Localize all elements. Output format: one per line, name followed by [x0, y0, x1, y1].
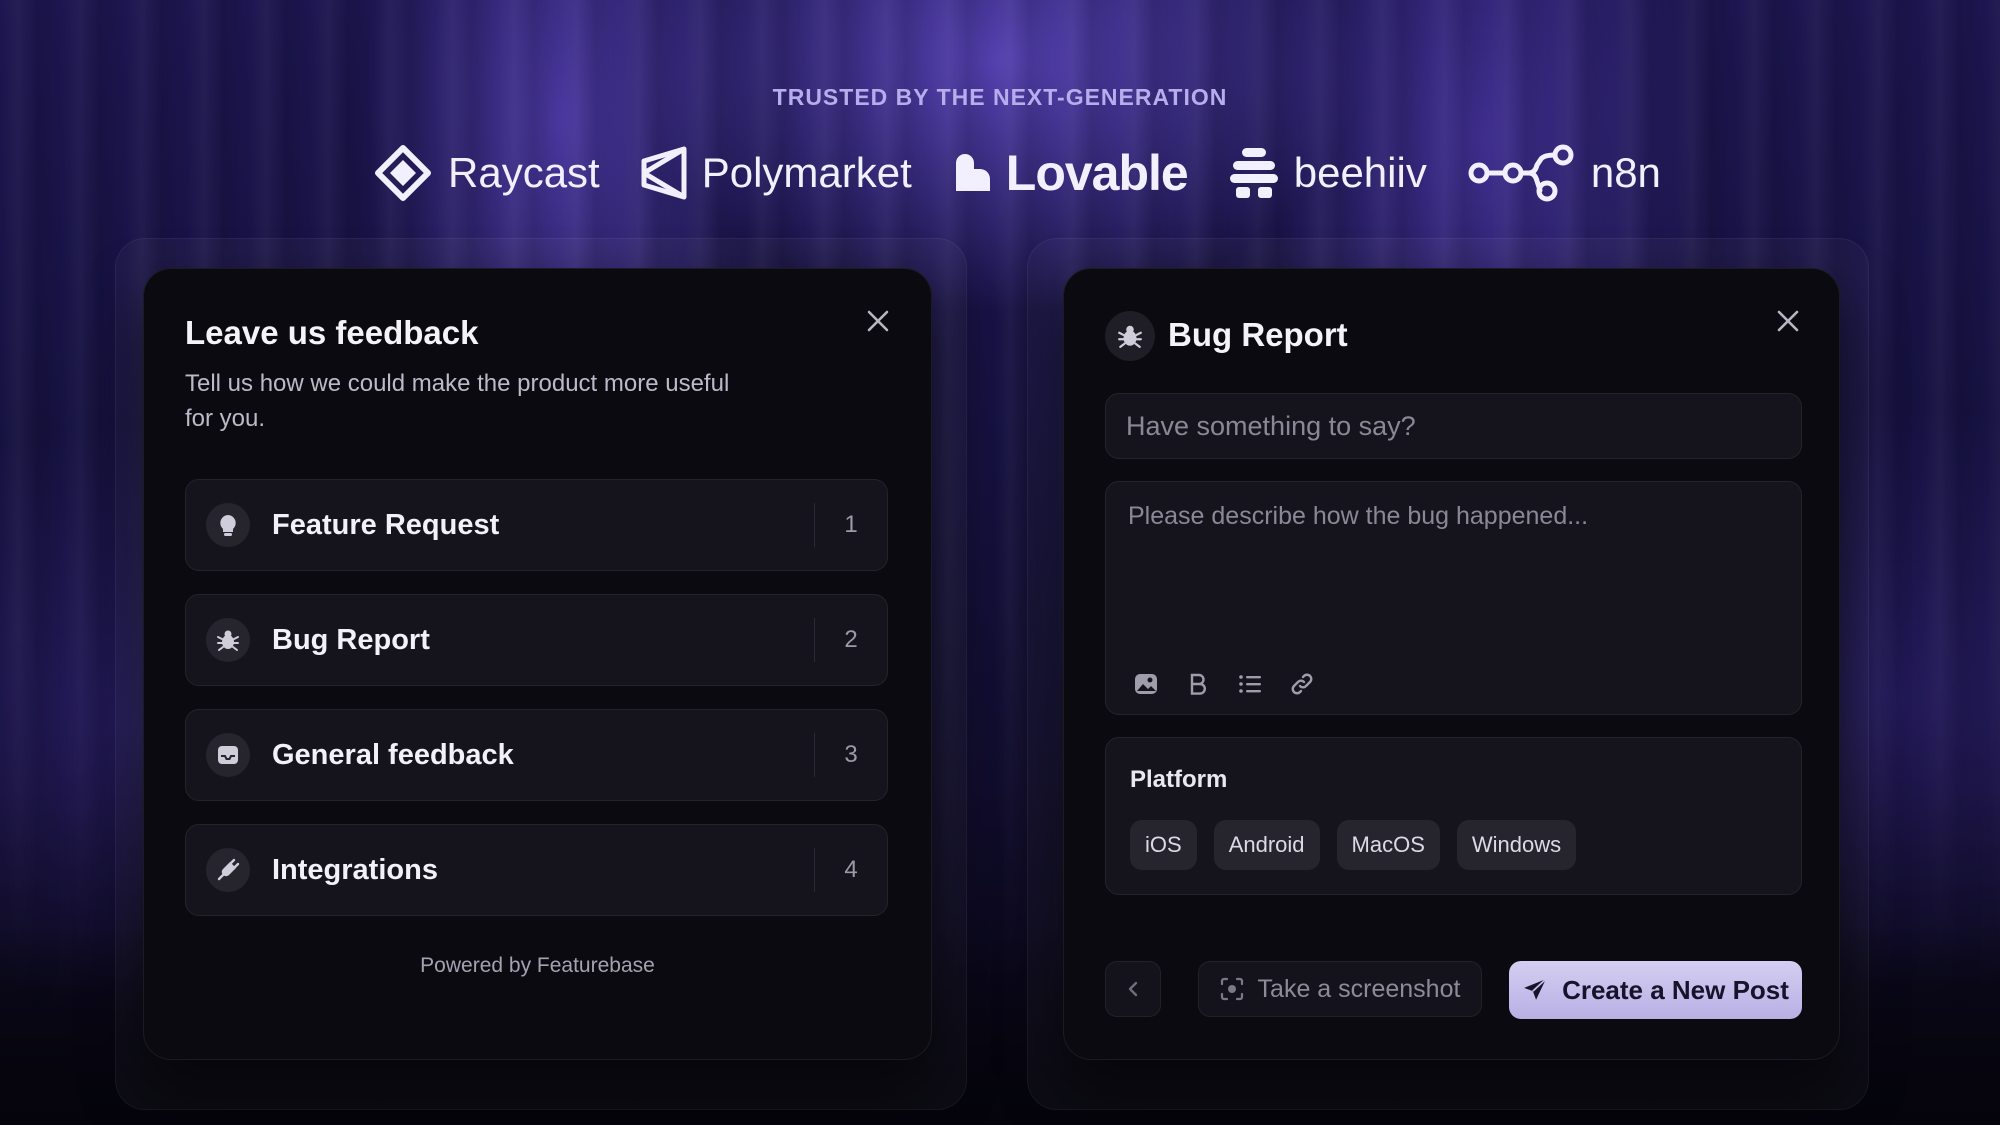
lightbulb-icon — [206, 503, 250, 547]
option-integrations[interactable]: Integrations 4 — [185, 824, 888, 916]
platform-label: Platform — [1130, 766, 1228, 793]
create-post-button[interactable]: Create a New Post — [1509, 961, 1802, 1019]
n8n-logo-icon — [1468, 144, 1574, 202]
polymarket-logo-text: Polymarket — [701, 149, 912, 196]
beehiiv-logo: beehiiv — [1228, 146, 1427, 200]
close-icon — [1777, 310, 1799, 332]
bug-report-title: Bug Report — [1168, 316, 1348, 353]
bug-report-close-button[interactable] — [1768, 301, 1808, 341]
logo-strip: Raycast Polymarket Lovable beehiiv n8n — [372, 138, 1661, 208]
chevron-left-icon — [1128, 981, 1138, 997]
back-button[interactable] — [1105, 961, 1161, 1017]
lovable-logo-text: Lovable — [1005, 145, 1189, 201]
platform-option-windows[interactable]: Windows — [1456, 820, 1577, 870]
n8n-logo: n8n — [1467, 143, 1661, 203]
option-label: Bug Report — [272, 623, 430, 656]
lovable-logo-icon — [955, 154, 990, 191]
take-screenshot-button[interactable]: Take a screenshot — [1198, 961, 1482, 1017]
option-feature-request[interactable]: Feature Request 1 — [185, 479, 888, 571]
option-shortcut: 4 — [844, 856, 858, 883]
feedback-close-button[interactable] — [858, 301, 898, 341]
platform-option-ios[interactable]: iOS — [1130, 820, 1197, 870]
description-textarea[interactable] — [1126, 500, 1785, 644]
link-icon[interactable] — [1286, 668, 1318, 700]
feedback-subtitle: Tell us how we could make the product mo… — [185, 370, 730, 432]
platform-option-macos[interactable]: MacOS — [1336, 820, 1440, 870]
bug-icon — [1105, 311, 1155, 361]
raycast-logo: Raycast — [372, 142, 600, 204]
platform-options: iOS Android MacOS Windows — [1130, 820, 1577, 870]
description-editor — [1105, 481, 1802, 715]
polymarket-logo-icon — [641, 146, 687, 200]
option-label: Integrations — [272, 853, 438, 886]
option-shortcut: 1 — [844, 511, 858, 538]
option-shortcut: 3 — [844, 741, 858, 768]
list-icon[interactable] — [1234, 668, 1266, 700]
send-icon — [1524, 978, 1547, 1000]
trusted-by-label: TRUSTED BY THE NEXT-GENERATION — [772, 84, 1228, 110]
n8n-logo-text: n8n — [1590, 149, 1661, 196]
post-title-input[interactable] — [1105, 393, 1802, 459]
plug-icon — [206, 848, 250, 892]
inbox-icon — [206, 733, 250, 777]
bug-report-panel: Bug Report Have something to say? Please… — [1063, 268, 1840, 1060]
beehiiv-logo-text: beehiiv — [1293, 149, 1427, 196]
raycast-logo-text: Raycast — [448, 149, 600, 196]
platform-option-android[interactable]: Android — [1213, 820, 1320, 870]
image-icon[interactable] — [1130, 668, 1162, 700]
feedback-panel: Leave us feedback Tell us how we could m… — [143, 268, 932, 1060]
lovable-logo: Lovable — [952, 144, 1189, 202]
create-post-label: Create a New Post — [1562, 974, 1789, 1005]
raycast-logo-icon — [375, 145, 431, 201]
polymarket-logo: Polymarket — [640, 145, 912, 201]
feedback-title: Leave us feedback — [185, 314, 479, 351]
option-label: Feature Request — [272, 508, 500, 541]
option-label: General feedback — [272, 738, 514, 771]
close-icon — [867, 310, 889, 332]
bold-icon[interactable] — [1182, 668, 1214, 700]
beehiiv-logo-icon — [1229, 148, 1278, 198]
screenshot-icon — [1220, 977, 1243, 1001]
platform-selector: Platform iOS Android MacOS Windows — [1105, 737, 1802, 895]
option-bug-report[interactable]: Bug Report 2 — [185, 594, 888, 686]
option-shortcut: 2 — [844, 626, 858, 653]
take-screenshot-label: Take a screenshot — [1257, 974, 1461, 1003]
editor-toolbar — [1130, 668, 1318, 700]
bug-icon — [206, 618, 250, 662]
powered-by-link[interactable]: Powered by Featurebase — [144, 954, 931, 978]
option-general-feedback[interactable]: General feedback 3 — [185, 709, 888, 801]
